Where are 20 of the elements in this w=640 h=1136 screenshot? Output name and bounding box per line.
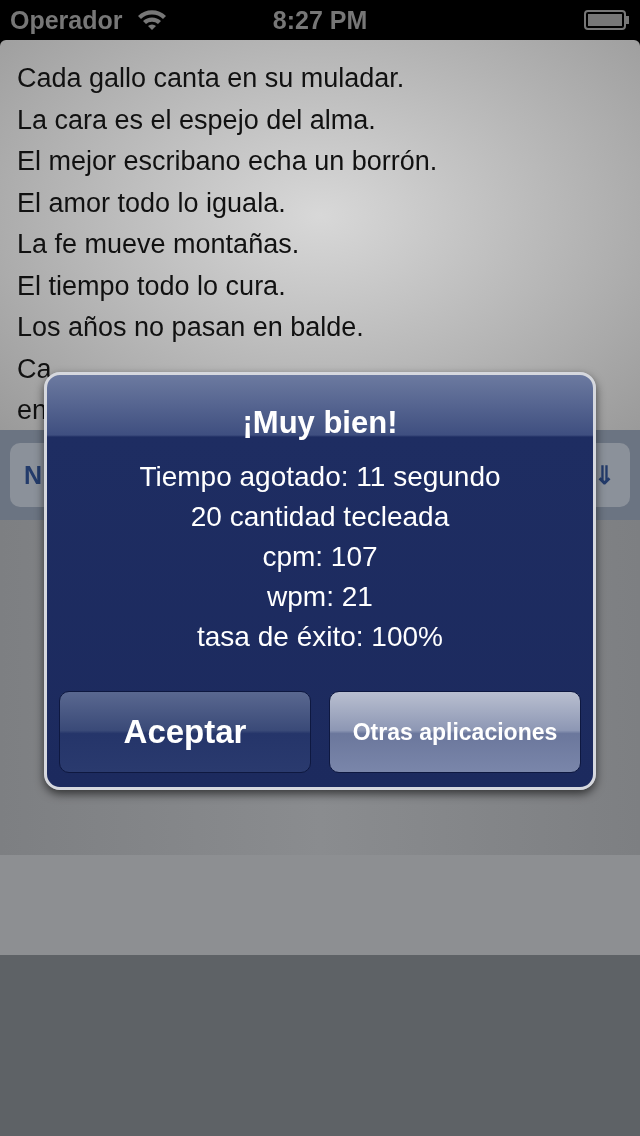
proverb-line: Los años no pasan en balde.: [17, 311, 364, 344]
accept-button[interactable]: Aceptar: [59, 691, 311, 773]
alert-message-line: wpm: 21: [267, 580, 373, 614]
alert-message-line: Tiempo agotado: 11 segundo: [139, 460, 501, 494]
carrier-name: Operador: [10, 5, 123, 35]
proverb-line: Cada gallo canta en su muladar.: [17, 62, 405, 95]
proverb-line: El mejor escribano echa un borrón.: [17, 145, 438, 178]
proverb-line: El amor todo lo iguala.: [17, 186, 286, 220]
alert-title: ¡Muy bien!: [242, 405, 398, 441]
alert-message-line: 20 cantidad tecleada: [190, 500, 450, 534]
battery-icon: [584, 10, 630, 30]
proverb-line: Ca: [17, 352, 52, 386]
proverb-line: La cara es el espejo del alma.: [17, 103, 376, 137]
alert-message-line: cpm: 107: [262, 540, 378, 574]
proverb-line: La fe mueve montañas.: [17, 228, 300, 261]
alert-message-line: tasa de éxito: 100%: [197, 620, 443, 654]
status-time: 8:27 PM: [272, 5, 368, 35]
proverb-line: El tiempo todo lo cura.: [17, 269, 286, 303]
other-apps-button[interactable]: Otras aplicaciones: [329, 691, 581, 773]
wifi-icon: [136, 9, 167, 31]
